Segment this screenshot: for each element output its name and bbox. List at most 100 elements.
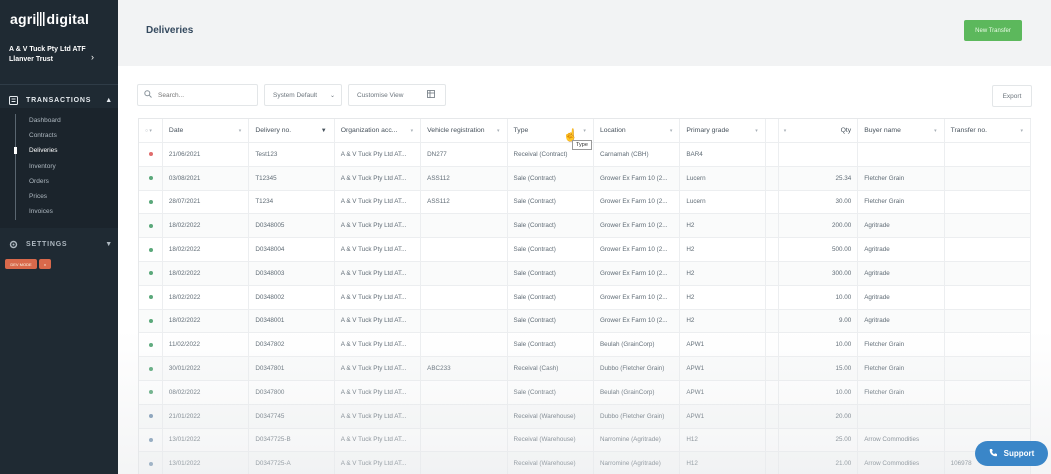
sort-icon: ▾ (934, 127, 937, 134)
sidebar-item-inventory[interactable]: Inventory (29, 163, 56, 170)
chevron-right-icon[interactable]: › (91, 52, 94, 62)
table-row[interactable]: 18/02/2022 D0348003 A & V Tuck Pty Ltd AT.… (139, 261, 1032, 286)
export-button[interactable]: Export (992, 85, 1032, 107)
table-row[interactable]: 08/02/2022 D0347800 A & V Tuck Pty Ltd AT.… (139, 380, 1032, 405)
header-location[interactable]: Location ▾ (594, 119, 681, 142)
header-grade-filter[interactable] (766, 119, 779, 142)
sidebar-item-invoices[interactable]: Invoices (29, 208, 53, 215)
header-vehicle-registration[interactable]: Vehicle registration ▾ (421, 119, 508, 142)
header-buyer-name[interactable]: Buyer name ▾ (858, 119, 945, 142)
cell-delivery-no: D0348003 (249, 261, 335, 285)
header-organization-account[interactable]: Organization acc... ▾ (335, 119, 422, 142)
org-switcher[interactable]: A & V Tuck Pty Ltd ATF Llanver Trust (9, 45, 109, 65)
cell-grade-filter (766, 333, 779, 357)
brand-logo[interactable]: agri digital (10, 11, 89, 27)
cell-type: Receival (Warehouse) (508, 428, 594, 452)
cell-qty: 15.00 (779, 357, 859, 380)
nav-settings-header[interactable]: SETTINGS ▼ (9, 237, 113, 251)
status-cell (139, 166, 163, 190)
table-row[interactable]: 18/02/2022 D0348005 A & V Tuck Pty Ltd AT.… (139, 214, 1032, 239)
sidebar-item-dashboard[interactable]: Dashboard (29, 117, 61, 124)
cell-delivery-no: D0347745 (249, 404, 335, 428)
view-select[interactable]: System Default ⌄ (264, 84, 342, 106)
dev-mode-tag[interactable]: DEV MODE (5, 259, 37, 269)
cell-organization-account: A & V Tuck Pty Ltd AT... (335, 357, 422, 380)
table-row[interactable]: 03/08/2021 T12345 A & V Tuck Pty Ltd AT...… (139, 166, 1032, 191)
table-row[interactable]: 21/01/2022 D0347745 A & V Tuck Pty Ltd AT.… (139, 404, 1032, 429)
status-dot-icon (149, 342, 153, 347)
cell-grade-filter (766, 190, 779, 214)
header-date[interactable]: Date ▾ (163, 119, 250, 142)
cell-date: 30/01/2022 (163, 357, 250, 380)
topbar (118, 0, 1051, 66)
cell-delivery-no: D0347801 (249, 357, 335, 380)
cell-location: Carnamah (CBH) (594, 143, 681, 166)
cell-vehicle-registration (421, 428, 508, 452)
logo-text-right: digital (46, 11, 90, 27)
table-row[interactable]: 11/02/2022 D0347802 A & V Tuck Pty Ltd AT.… (139, 333, 1032, 358)
search-box[interactable] (137, 84, 258, 106)
status-dot-icon (149, 414, 153, 419)
cell-location: Grower Ex Farm 10 (2... (594, 261, 681, 285)
dev-version-tag[interactable]: v (39, 259, 51, 269)
cell-grade-filter (766, 309, 779, 333)
status-cell (139, 357, 163, 380)
cell-date: 21/06/2021 (163, 143, 250, 166)
cell-location: Grower Ex Farm 10 (2... (594, 285, 681, 309)
header-delivery-no[interactable]: Delivery no. ▼ (249, 119, 335, 142)
cell-organization-account: A & V Tuck Pty Ltd AT... (335, 285, 422, 309)
new-transfer-button[interactable]: New Transfer (964, 20, 1022, 41)
status-dot-icon (149, 152, 153, 157)
cell-vehicle-registration: ASS112 (421, 190, 508, 214)
search-input[interactable] (158, 91, 248, 99)
status-dot-icon (149, 437, 153, 442)
cell-vehicle-registration (421, 261, 508, 285)
cell-primary-grade: Lucern (680, 190, 766, 214)
cell-location: Grower Ex Farm 10 (2... (594, 214, 681, 238)
nav-transactions-header[interactable]: TRANSACTIONS ▲ (9, 93, 113, 107)
cell-buyer-name (858, 404, 945, 428)
table-row[interactable]: 18/02/2022 D0348004 A & V Tuck Pty Ltd AT.… (139, 238, 1032, 262)
sidebar-item-prices[interactable]: Prices (29, 193, 47, 200)
view-select-value: System Default (273, 91, 318, 99)
cell-date: 18/02/2022 (163, 285, 250, 309)
support-button[interactable]: Support (975, 441, 1048, 466)
cell-buyer-name: Fletcher Grain (858, 380, 945, 404)
transactions-icon (9, 95, 18, 105)
nav-active-marker (14, 147, 17, 154)
table-row[interactable]: 18/02/2022 D0348002 A & V Tuck Pty Ltd AT.… (139, 285, 1032, 310)
cell-type: Receival (Cash) (508, 357, 594, 380)
status-cell (139, 261, 163, 285)
table-row[interactable]: 13/01/2022 D0347725-A A & V Tuck Pty Ltd A… (139, 452, 1032, 474)
cell-date: 13/01/2022 (163, 452, 250, 474)
header-qty[interactable]: ▾ Qty (779, 119, 859, 142)
sidebar-item-orders[interactable]: Orders (29, 178, 49, 185)
cell-qty: 9.00 (779, 309, 859, 333)
gear-icon (9, 240, 18, 249)
cell-date: 08/02/2022 (163, 380, 250, 404)
table-row[interactable]: 30/01/2022 D0347801 A & V Tuck Pty Ltd AT.… (139, 357, 1032, 381)
cell-type: Sale (Contract) (508, 166, 594, 190)
header-transfer-no[interactable]: Transfer no. ▾ (945, 119, 1032, 142)
dev-tags: DEV MODE v (5, 259, 51, 269)
table-row[interactable]: 28/07/2021 T1234 A & V Tuck Pty Ltd AT... A… (139, 190, 1032, 215)
table-row[interactable]: 13/01/2022 D0347725-B A & V Tuck Pty Ltd A… (139, 428, 1032, 453)
sidebar-item-contracts[interactable]: Contracts (29, 132, 57, 139)
cell-primary-grade: APW1 (680, 333, 766, 357)
table-row[interactable]: 18/02/2022 D0348001 A & V Tuck Pty Ltd AT.… (139, 309, 1032, 334)
status-dot-icon (149, 461, 153, 466)
cell-date: 13/01/2022 (163, 428, 250, 452)
customise-view-button[interactable]: Customise View (348, 84, 446, 106)
header-primary-grade[interactable]: Primary grade ▾ (680, 119, 766, 142)
cell-qty: 10.00 (779, 380, 859, 404)
cell-buyer-name: Fletcher Grain (858, 357, 945, 380)
header-status-column[interactable]: ○ ▾ (139, 119, 163, 142)
cell-location: Dubbo (Fletcher Grain) (594, 357, 681, 380)
header-type[interactable]: Type ▾ (508, 119, 594, 142)
status-dot-icon (149, 366, 153, 371)
status-cell (139, 214, 163, 238)
sidebar-item-deliveries[interactable]: Deliveries (29, 147, 58, 154)
chevron-down-icon: ⌄ (329, 92, 335, 99)
status-dot-icon (149, 390, 153, 395)
cell-vehicle-registration (421, 238, 508, 261)
